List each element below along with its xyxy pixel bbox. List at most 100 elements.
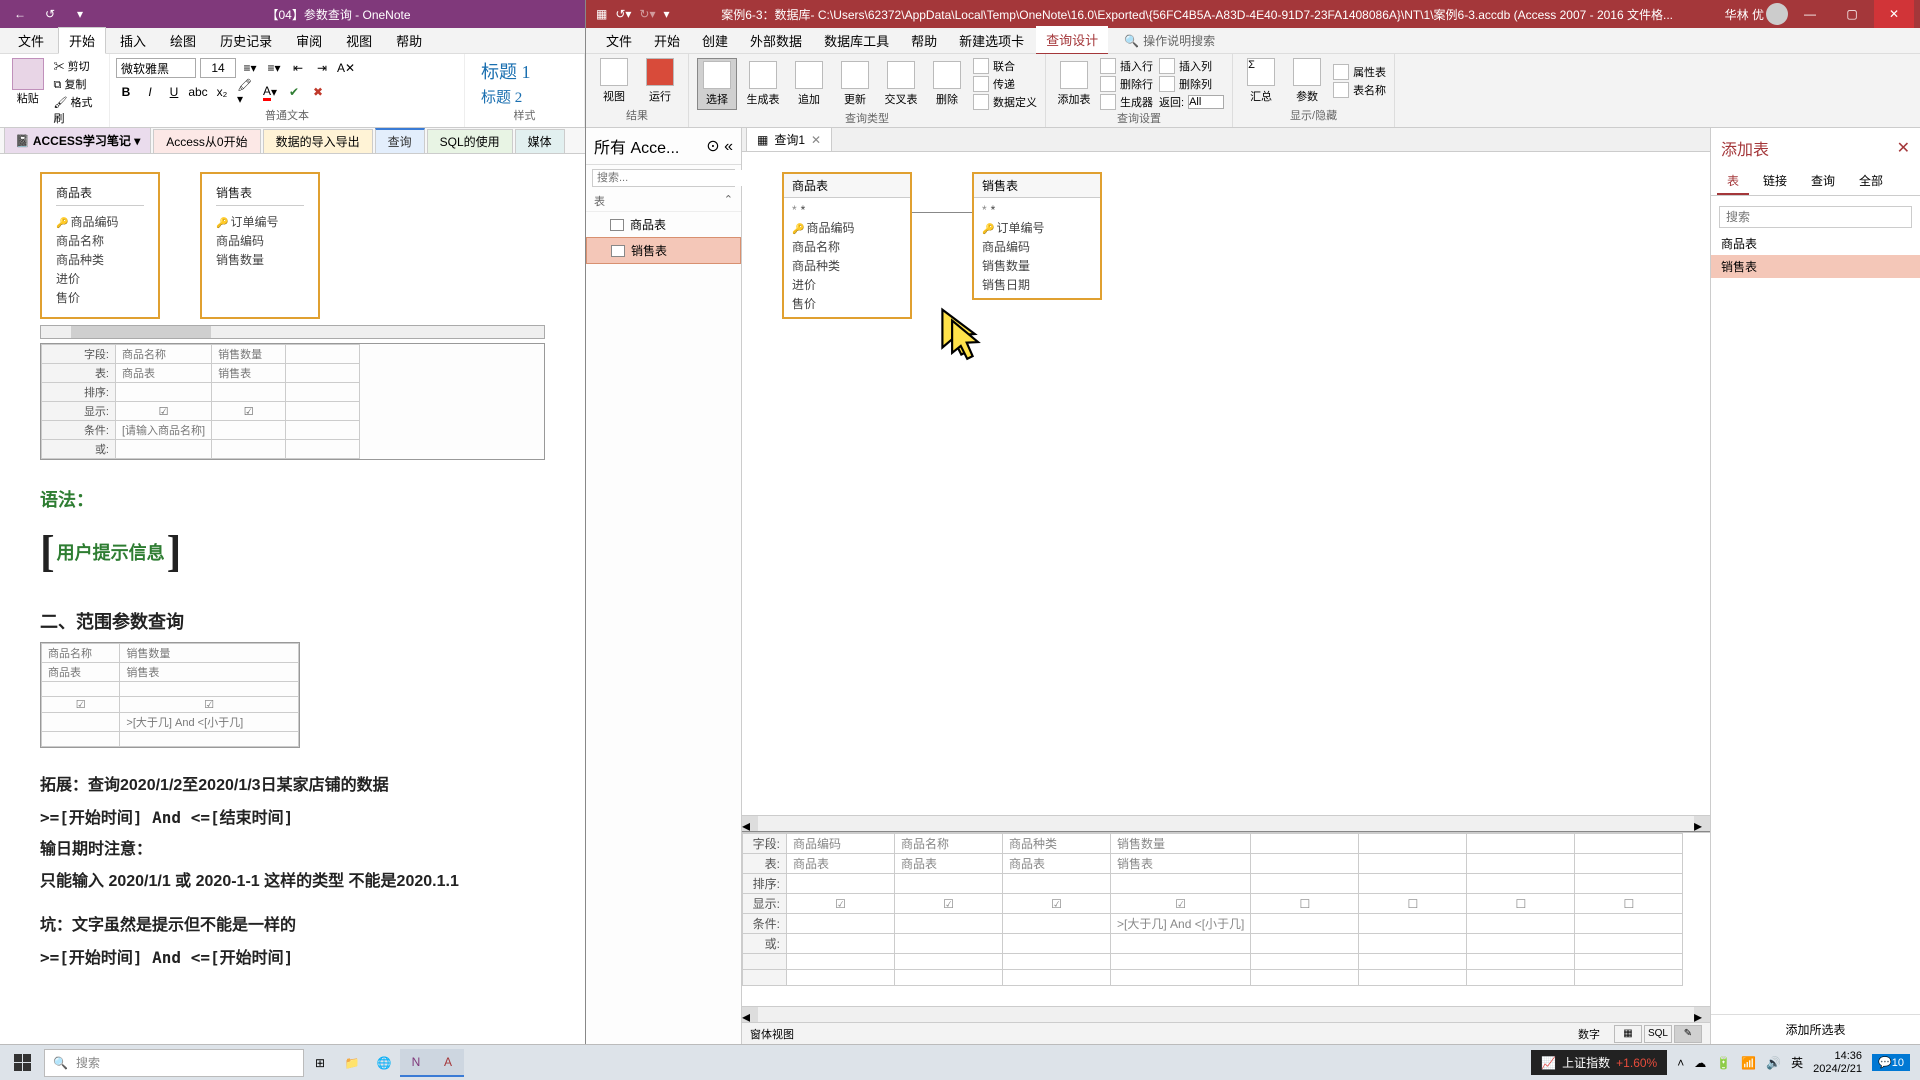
close-button[interactable]: ✕ (1874, 0, 1914, 28)
close-tab-icon[interactable]: ✕ (811, 133, 821, 147)
menu-help[interactable]: 帮助 (386, 28, 432, 53)
append-button[interactable]: 追加 (789, 61, 829, 107)
add-tab-queries[interactable]: 查询 (1801, 168, 1845, 195)
passthrough-button[interactable]: 传递 (973, 76, 1037, 92)
x-icon[interactable]: ✖ (308, 82, 328, 102)
nav-pane-header[interactable]: 所有 Acce...⊙ « (586, 128, 741, 165)
outdent-icon[interactable]: ⇤ (288, 58, 308, 78)
style-h2[interactable]: 标题 2 (481, 86, 568, 107)
design-field[interactable]: 商品种类 (792, 256, 902, 275)
indent-icon[interactable]: ⇥ (312, 58, 332, 78)
format-painter-button[interactable]: 🖌 格式刷 (54, 94, 103, 126)
design-field[interactable]: 商品编码 (792, 218, 902, 237)
font-name-input[interactable] (116, 58, 196, 78)
clear-fmt-icon[interactable]: A✕ (336, 58, 356, 78)
sql-view-button[interactable]: SQL (1644, 1025, 1672, 1043)
join-line[interactable] (912, 212, 972, 213)
datasheet-view-button[interactable]: ▦ (1614, 1025, 1642, 1043)
design-table-left[interactable]: 商品表 * 商品编码 商品名称 商品种类 进价 售价 (782, 172, 912, 319)
add-tab-all[interactable]: 全部 (1849, 168, 1893, 195)
highlight-icon[interactable]: 🖍▾ (236, 82, 256, 102)
section-tab-0[interactable]: Access从0开始 (153, 129, 260, 153)
onenote-page-content[interactable]: 商品表 商品编码 商品名称 商品种类 进价 售价 销售表 订单编号 商品编码 销… (0, 154, 585, 1044)
notifications-icon[interactable]: 💬10 (1872, 1054, 1910, 1071)
params-button[interactable]: 参数 (1287, 58, 1327, 104)
builder-button[interactable]: 生成器 (1100, 94, 1153, 110)
onedrive-icon[interactable]: ☁ (1694, 1056, 1706, 1070)
section-tab-1[interactable]: 数据的导入导出 (263, 129, 373, 153)
totals-button[interactable]: Σ汇总 (1241, 58, 1281, 104)
doc-tab-query1[interactable]: ▦ 查询1 ✕ (746, 127, 832, 151)
nav-search-input[interactable] (593, 170, 743, 186)
menu-home[interactable]: 开始 (58, 27, 106, 54)
edge-icon[interactable]: 🌐 (368, 1049, 400, 1077)
menu-external[interactable]: 外部数据 (740, 27, 812, 54)
update-button[interactable]: 更新 (835, 61, 875, 107)
deletecol-button[interactable]: 删除列 (1159, 76, 1224, 92)
menu-history[interactable]: 历史记录 (210, 28, 282, 53)
bold-icon[interactable]: B (116, 82, 136, 102)
tray-chevron-icon[interactable]: ˄ (1677, 1056, 1684, 1070)
tablenames-button[interactable]: 表名称 (1333, 82, 1386, 98)
nav-item-table-1[interactable]: 销售表 (586, 237, 741, 264)
qgrid-hscrollbar[interactable]: ◂▸ (742, 1006, 1710, 1022)
design-field[interactable]: 商品名称 (792, 237, 902, 256)
nav-item-table-0[interactable]: 商品表 (586, 212, 741, 237)
section-tab-3[interactable]: SQL的使用 (427, 129, 513, 153)
crosstab-button[interactable]: 交叉表 (881, 61, 921, 107)
subscript-icon[interactable]: x₂ (212, 82, 232, 102)
font-color-icon[interactable]: A▾ (260, 82, 280, 102)
nav-search[interactable]: 🔍 (592, 169, 735, 187)
query-design-surface[interactable]: 商品表 * 商品编码 商品名称 商品种类 进价 售价 销售表 * 订单编号 (742, 152, 1710, 832)
menu-draw[interactable]: 绘图 (160, 28, 206, 53)
design-view-button[interactable]: ✎ (1674, 1025, 1702, 1043)
start-button[interactable] (0, 1045, 44, 1080)
menu-file[interactable]: 文件 (596, 27, 642, 54)
menu-help[interactable]: 帮助 (901, 27, 947, 54)
nav-category[interactable]: 表⌃ (586, 191, 741, 212)
back-icon[interactable]: ← (8, 7, 32, 21)
view-button[interactable]: 视图 (594, 58, 634, 104)
chevron-left-icon[interactable]: ⊙ « (706, 136, 733, 156)
italic-icon[interactable]: I (140, 82, 160, 102)
maketable-button[interactable]: 生成表 (743, 61, 783, 107)
propsheet-button[interactable]: 属性表 (1333, 64, 1386, 80)
volume-icon[interactable]: 🔊 (1766, 1056, 1781, 1070)
note-hscrollbar[interactable] (40, 325, 545, 339)
add-search-input[interactable] (1720, 207, 1911, 227)
onenote-taskbar-icon[interactable]: N (400, 1049, 432, 1077)
menu-home[interactable]: 开始 (644, 27, 690, 54)
undo-icon[interactable]: ↺ (38, 7, 62, 21)
design-field[interactable]: 订单编号 (982, 218, 1092, 237)
add-tab-tables[interactable]: 表 (1717, 168, 1749, 195)
battery-icon[interactable]: 🔋 (1716, 1056, 1731, 1070)
stock-widget[interactable]: 📈 上证指数 +1.60% (1531, 1050, 1667, 1075)
design-field[interactable]: 销售日期 (982, 275, 1092, 294)
clock[interactable]: 14:36 2024/2/21 (1813, 1050, 1862, 1074)
copy-button[interactable]: ⧉ 复制 (54, 76, 103, 92)
access-taskbar-icon[interactable]: A (432, 1049, 464, 1077)
bullets-icon[interactable]: ≡▾ (240, 58, 260, 78)
minimize-button[interactable]: — (1790, 0, 1830, 28)
menu-create[interactable]: 创建 (692, 27, 738, 54)
union-button[interactable]: 联合 (973, 58, 1037, 74)
design-field[interactable]: * (982, 202, 1092, 218)
add-selected-button[interactable]: 添加所选表 (1711, 1014, 1920, 1044)
menu-dbtools[interactable]: 数据库工具 (814, 27, 899, 54)
check-icon[interactable]: ✔ (284, 82, 304, 102)
taskbar-search[interactable]: 🔍搜索 (44, 1049, 304, 1077)
menu-newtab[interactable]: 新建选项卡 (949, 27, 1034, 54)
section-tab-2[interactable]: 查询 (375, 128, 425, 153)
undo-icon[interactable]: ↺▾ (615, 7, 631, 21)
paste-button[interactable]: 粘贴 (6, 58, 50, 126)
numbering-icon[interactable]: ≡▾ (264, 58, 284, 78)
user-avatar-icon[interactable] (1766, 3, 1788, 25)
menu-view[interactable]: 视图 (336, 28, 382, 53)
ddl-button[interactable]: 数据定义 (973, 94, 1037, 110)
deleterow-button[interactable]: 删除行 (1100, 76, 1153, 92)
qat-more-icon[interactable]: ▾ (68, 7, 92, 21)
maximize-button[interactable]: ▢ (1832, 0, 1872, 28)
design-field[interactable]: * (792, 202, 902, 218)
style-h1[interactable]: 标题 1 (481, 58, 568, 84)
add-tab-links[interactable]: 链接 (1753, 168, 1797, 195)
